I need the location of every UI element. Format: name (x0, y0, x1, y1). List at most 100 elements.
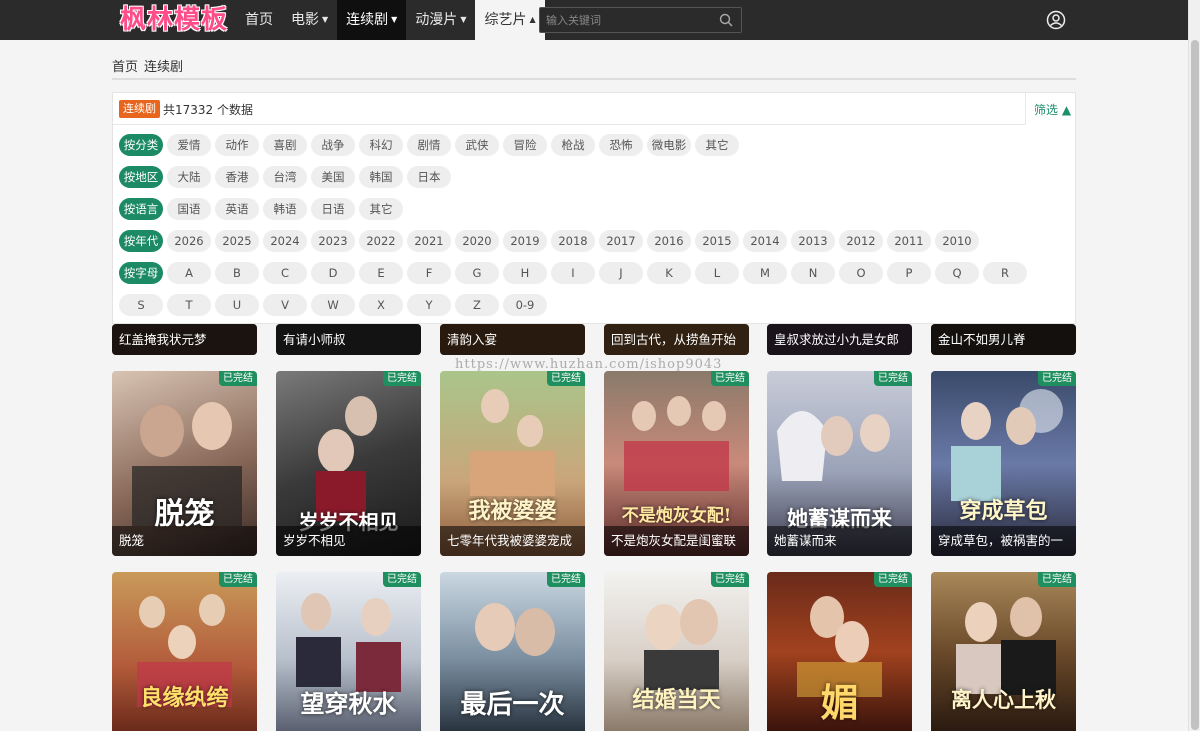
filter-chip[interactable]: 其它 (695, 134, 739, 156)
video-title[interactable]: 岁岁不相见 (276, 526, 421, 556)
filter-chip[interactable]: 战争 (311, 134, 355, 156)
filter-chip[interactable]: 日语 (311, 198, 355, 220)
search-icon[interactable] (719, 13, 733, 27)
filter-chip[interactable]: 其它 (359, 198, 403, 220)
filter-chip[interactable]: L (695, 262, 739, 284)
video-card[interactable]: 不是炮灰女配! 已完结 不是炮灰女配是闺蜜联 (604, 371, 749, 556)
filter-chip[interactable]: D (311, 262, 355, 284)
filter-chip[interactable]: 0-9 (503, 294, 547, 316)
filter-chip[interactable]: 2023 (311, 230, 355, 252)
filter-chip[interactable]: 2014 (743, 230, 787, 252)
filter-chip[interactable]: I (551, 262, 595, 284)
filter-chip[interactable]: 大陆 (167, 166, 211, 188)
filter-chip[interactable]: 日本 (407, 166, 451, 188)
video-title[interactable]: 清韵入宴 (440, 324, 585, 355)
filter-chip[interactable]: 恐怖 (599, 134, 643, 156)
video-card[interactable]: 回到古代，从捞鱼开始 (604, 324, 749, 355)
filter-chip[interactable]: R (983, 262, 1027, 284)
filter-chip[interactable]: U (215, 294, 259, 316)
filter-chip[interactable]: 韩语 (263, 198, 307, 220)
breadcrumb-current[interactable]: 连续剧 (144, 60, 183, 75)
filter-chip[interactable]: 韩国 (359, 166, 403, 188)
filter-chip[interactable]: 爱情 (167, 134, 211, 156)
video-title[interactable]: 七零年代我被婆婆宠成 (440, 526, 585, 556)
filter-chip[interactable]: 2024 (263, 230, 307, 252)
video-card[interactable]: 穿成草包 已完结 穿成草包，被祸害的一 (931, 371, 1076, 556)
filter-chip[interactable]: C (263, 262, 307, 284)
filter-chip[interactable]: 2015 (695, 230, 739, 252)
filter-chip[interactable]: 台湾 (263, 166, 307, 188)
filter-chip[interactable]: H (503, 262, 547, 284)
filter-chip[interactable]: 美国 (311, 166, 355, 188)
nav-item-home[interactable]: 首页 (236, 0, 282, 40)
video-title[interactable]: 回到古代，从捞鱼开始 (604, 324, 749, 355)
nav-item-anime[interactable]: 动漫片 ▼ (406, 0, 475, 40)
filter-chip[interactable]: M (743, 262, 787, 284)
filter-chip[interactable]: W (311, 294, 355, 316)
site-logo[interactable]: 枫林模板 (120, 4, 228, 36)
filter-chip[interactable]: K (647, 262, 691, 284)
filter-chip[interactable]: 微电影 (647, 134, 691, 156)
filter-chip[interactable]: 科幻 (359, 134, 403, 156)
filter-toggle-button[interactable]: 筛选 ▲ (1034, 101, 1071, 118)
video-title[interactable]: 皇叔求放过小九是女郎 (767, 324, 912, 355)
filter-chip[interactable]: P (887, 262, 931, 284)
filter-chip[interactable]: G (455, 262, 499, 284)
filter-chip[interactable]: 剧情 (407, 134, 451, 156)
video-card[interactable]: 媚 已完结 (767, 572, 912, 731)
filter-chip[interactable]: E (359, 262, 403, 284)
video-card[interactable]: 最后一次 已完结 (440, 572, 585, 731)
nav-item-series[interactable]: 连续剧 ▼ (337, 0, 407, 40)
video-card[interactable]: 红盖掩我状元梦 (112, 324, 257, 355)
filter-chip[interactable]: 2022 (359, 230, 403, 252)
filter-chip[interactable]: 香港 (215, 166, 259, 188)
filter-chip[interactable]: T (167, 294, 211, 316)
video-title[interactable]: 金山不如男儿脊 (931, 324, 1076, 355)
filter-chip[interactable]: 国语 (167, 198, 211, 220)
search-input[interactable] (540, 8, 710, 32)
filter-chip[interactable]: 枪战 (551, 134, 595, 156)
filter-chip[interactable]: X (359, 294, 403, 316)
video-title[interactable]: 红盖掩我状元梦 (112, 324, 257, 355)
video-card[interactable]: 离人心上秋 已完结 (931, 572, 1076, 731)
filter-chip[interactable]: 武侠 (455, 134, 499, 156)
page-scrollbar[interactable] (1188, 0, 1200, 731)
video-title[interactable]: 不是炮灰女配是闺蜜联 (604, 526, 749, 556)
filter-chip[interactable]: Y (407, 294, 451, 316)
video-card[interactable]: 有请小师叔 (276, 324, 421, 355)
breadcrumb-home[interactable]: 首页 (112, 60, 138, 75)
filter-chip[interactable]: 2016 (647, 230, 691, 252)
nav-item-movie[interactable]: 电影 ▼ (282, 0, 337, 40)
video-card[interactable]: 金山不如男儿脊 (931, 324, 1076, 355)
video-title[interactable]: 脱笼 (112, 526, 257, 556)
video-card[interactable]: 结婚当天 已完结 (604, 572, 749, 731)
filter-chip[interactable]: 2025 (215, 230, 259, 252)
video-card[interactable]: 清韵入宴 (440, 324, 585, 355)
filter-chip[interactable]: B (215, 262, 259, 284)
filter-chip[interactable]: 动作 (215, 134, 259, 156)
video-card[interactable]: 我被婆婆 已完结 七零年代我被婆婆宠成 (440, 371, 585, 556)
filter-chip[interactable]: 2011 (887, 230, 931, 252)
video-title[interactable]: 穿成草包，被祸害的一 (931, 526, 1076, 556)
filter-chip[interactable]: 2020 (455, 230, 499, 252)
filter-chip[interactable]: 2018 (551, 230, 595, 252)
filter-chip[interactable]: 英语 (215, 198, 259, 220)
filter-chip[interactable]: Q (935, 262, 979, 284)
filter-chip[interactable]: Z (455, 294, 499, 316)
video-card[interactable]: 望穿秋水 已完结 (276, 572, 421, 731)
filter-chip[interactable]: 2021 (407, 230, 451, 252)
filter-chip[interactable]: 2017 (599, 230, 643, 252)
filter-chip[interactable]: O (839, 262, 883, 284)
filter-chip[interactable]: 2013 (791, 230, 835, 252)
filter-chip[interactable]: 2010 (935, 230, 979, 252)
video-title[interactable]: 她蓄谋而来 (767, 526, 912, 556)
filter-chip[interactable]: A (167, 262, 211, 284)
filter-chip[interactable]: 喜剧 (263, 134, 307, 156)
video-title[interactable]: 有请小师叔 (276, 324, 421, 355)
video-card[interactable]: 皇叔求放过小九是女郎 (767, 324, 912, 355)
filter-chip[interactable]: F (407, 262, 451, 284)
video-card[interactable]: 良缘纨绔 已完结 (112, 572, 257, 731)
filter-chip[interactable]: 2012 (839, 230, 883, 252)
filter-chip[interactable]: 2019 (503, 230, 547, 252)
filter-chip[interactable]: 冒险 (503, 134, 547, 156)
